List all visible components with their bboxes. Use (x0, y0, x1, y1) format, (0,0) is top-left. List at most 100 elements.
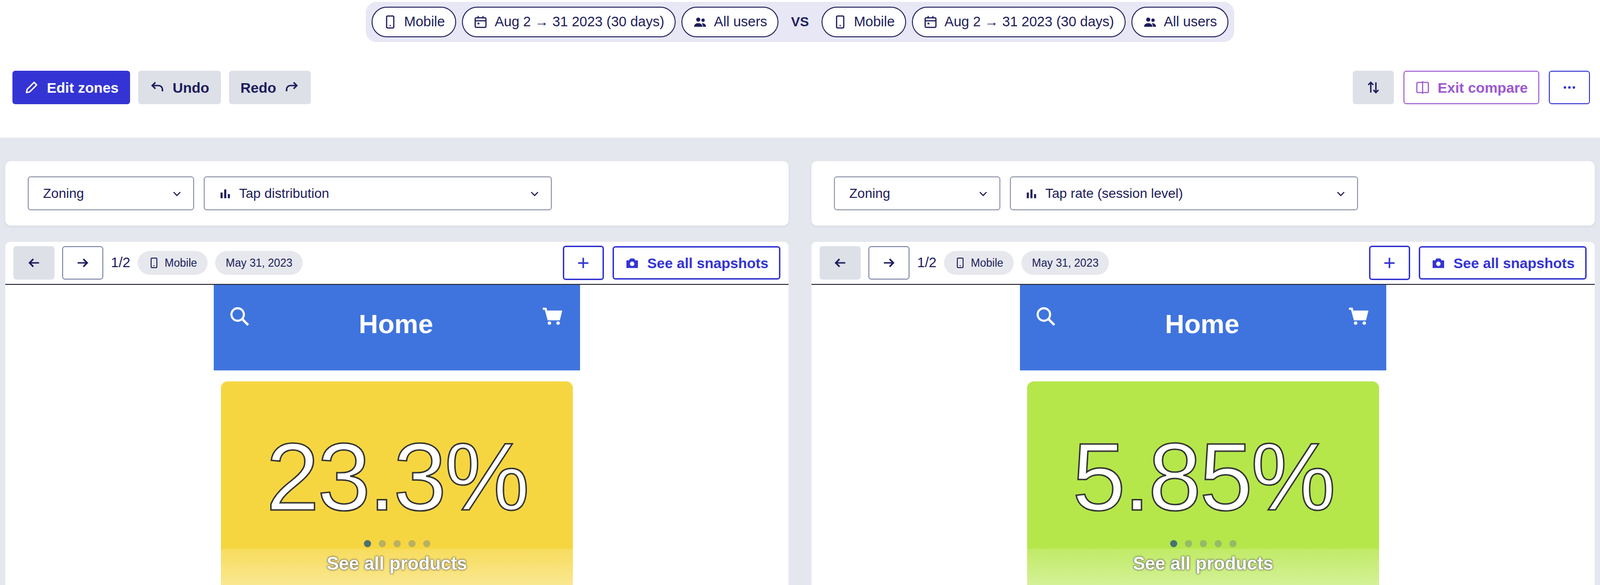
app-header: Home (1019, 284, 1387, 371)
carousel-dot[interactable] (423, 540, 431, 548)
edit-zones-button[interactable]: Edit zones (12, 70, 131, 105)
search-icon (228, 305, 252, 329)
zone-overlay[interactable]: 23.3%See all products (220, 381, 573, 585)
app-header: Home (213, 284, 581, 371)
snapshot-nav: 1/2MobileMay 31, 2023 (819, 246, 1109, 280)
mode-dropdown[interactable]: Zoning (27, 176, 195, 211)
snapshot-card: 1/2MobileMay 31, 2023+See all snapshotsH… (5, 241, 789, 585)
see-snapshots-button[interactable]: See all snapshots (1418, 246, 1587, 280)
snapshot-actions: + See all snapshots (1369, 245, 1587, 281)
carousel-dot[interactable] (1170, 540, 1178, 548)
date-filter[interactable]: Aug 2 → 31 2023 (30 days) (461, 6, 676, 38)
segment-label: All users (1163, 11, 1217, 33)
app-screen: Home 23.3%See all products (213, 284, 581, 585)
device-chip: Mobile (137, 251, 208, 276)
add-snapshot-button[interactable]: + (1369, 245, 1411, 281)
mode-dropdown[interactable]: Zoning (833, 176, 1001, 211)
app-title: Home (1164, 304, 1240, 345)
see-all-products: See all products (1132, 550, 1274, 578)
carousel-dot[interactable] (1184, 540, 1193, 548)
device-filter[interactable]: Mobile (371, 6, 457, 38)
redo-button[interactable]: Redo (229, 70, 311, 105)
calendar-icon (923, 14, 938, 30)
users-icon (1142, 14, 1158, 30)
header: Mobile Aug 2 → 31 2023 (30 days) All users… (0, 0, 1600, 138)
date-label: Aug 2 → 31 2023 (30 days) (944, 11, 1115, 33)
swap-button[interactable] (1352, 70, 1394, 105)
zone-overlay[interactable]: 5.85%See all products (1027, 381, 1380, 585)
phone-icon (954, 257, 966, 269)
add-label: + (577, 247, 590, 279)
carousel-dot[interactable] (1229, 540, 1237, 548)
bar-chart-icon (1025, 187, 1038, 200)
mode-label: Zoning (849, 183, 891, 204)
camera-icon (624, 255, 640, 271)
chevron-down-icon (528, 187, 541, 200)
chevron-down-icon (171, 187, 183, 200)
see-snapshots-label: See all snapshots (647, 252, 769, 274)
mode-label: Zoning (43, 183, 85, 204)
vs-label: VS (784, 11, 816, 33)
snapshot-card: 1/2MobileMay 31, 2023+See all snapshotsH… (811, 241, 1595, 585)
previous-button[interactable] (819, 246, 861, 280)
cart-icon (540, 305, 564, 329)
device-label: Mobile (404, 11, 445, 33)
metric-label: Tap rate (session level) (1045, 183, 1184, 204)
metric-label: Tap distribution (239, 183, 329, 204)
panel-header: Zoning Tap rate (session level) (811, 161, 1595, 226)
carousel-dot[interactable] (408, 540, 416, 548)
chevron-down-icon (977, 187, 989, 200)
compare-panel: ZoningTap distribution1/2MobileMay 31, 2… (5, 161, 789, 585)
bar-chart-icon (219, 187, 232, 200)
arrow-left-icon (832, 255, 848, 271)
undo-button[interactable]: Undo (138, 70, 221, 105)
undo-label: Undo (172, 76, 210, 99)
carousel-dot[interactable] (1214, 540, 1222, 548)
see-snapshots-button[interactable]: See all snapshots (612, 246, 781, 280)
carousel-dots (363, 540, 431, 548)
carousel-dots (1170, 540, 1237, 548)
redo-icon (284, 79, 300, 96)
zone-content: 23.3%See all products (220, 381, 573, 578)
chevron-down-icon (1335, 187, 1347, 200)
toolbar: Edit zones Undo Redo Exit compare (0, 70, 1600, 105)
see-snapshots-label: See all snapshots (1453, 252, 1575, 274)
compare-panel: ZoningTap rate (session level)1/2MobileM… (811, 161, 1595, 585)
swap-icon (1365, 79, 1381, 96)
segment-filter[interactable]: All users (1131, 6, 1229, 38)
camera-icon (1430, 255, 1447, 271)
device-chip-label: Mobile (970, 254, 1004, 272)
toolbar-right: Exit compare (1352, 70, 1590, 105)
date-filter[interactable]: Aug 2 → 31 2023 (30 days) (911, 6, 1126, 38)
carousel-dot[interactable] (393, 540, 401, 548)
exit-compare-button[interactable]: Exit compare (1403, 70, 1540, 105)
metric-dropdown[interactable]: Tap rate (session level) (1009, 176, 1359, 211)
panel-header: Zoning Tap distribution (5, 161, 789, 226)
exit-compare-label: Exit compare (1437, 76, 1528, 99)
date-chip-label: May 31, 2023 (225, 254, 293, 272)
snapshot-nav: 1/2MobileMay 31, 2023 (13, 246, 303, 280)
snapshot-counter: 1/2 (917, 252, 937, 274)
arrow-right-icon (75, 255, 91, 271)
segment-filter[interactable]: All users (681, 6, 779, 38)
zone-content: 5.85%See all products (1027, 381, 1380, 578)
segment-label: All users (713, 11, 768, 33)
add-snapshot-button[interactable]: + (562, 245, 604, 281)
split-view-icon (1414, 79, 1431, 96)
next-button[interactable] (62, 246, 104, 280)
device-chip-label: Mobile (164, 254, 198, 272)
cart-icon (1347, 305, 1370, 329)
pencil-icon (23, 79, 40, 96)
date-chip: May 31, 2023 (215, 251, 303, 276)
add-label: + (1383, 247, 1396, 279)
next-button[interactable] (868, 246, 910, 280)
metric-dropdown[interactable]: Tap distribution (203, 176, 552, 211)
device-filter[interactable]: Mobile (821, 6, 907, 38)
previous-button[interactable] (13, 246, 55, 280)
carousel-dot[interactable] (363, 540, 372, 548)
more-button[interactable] (1548, 70, 1590, 105)
carousel-dot[interactable] (378, 540, 386, 548)
edit-zones-label: Edit zones (46, 76, 119, 99)
device-label: Mobile (854, 11, 895, 33)
carousel-dot[interactable] (1199, 540, 1207, 548)
